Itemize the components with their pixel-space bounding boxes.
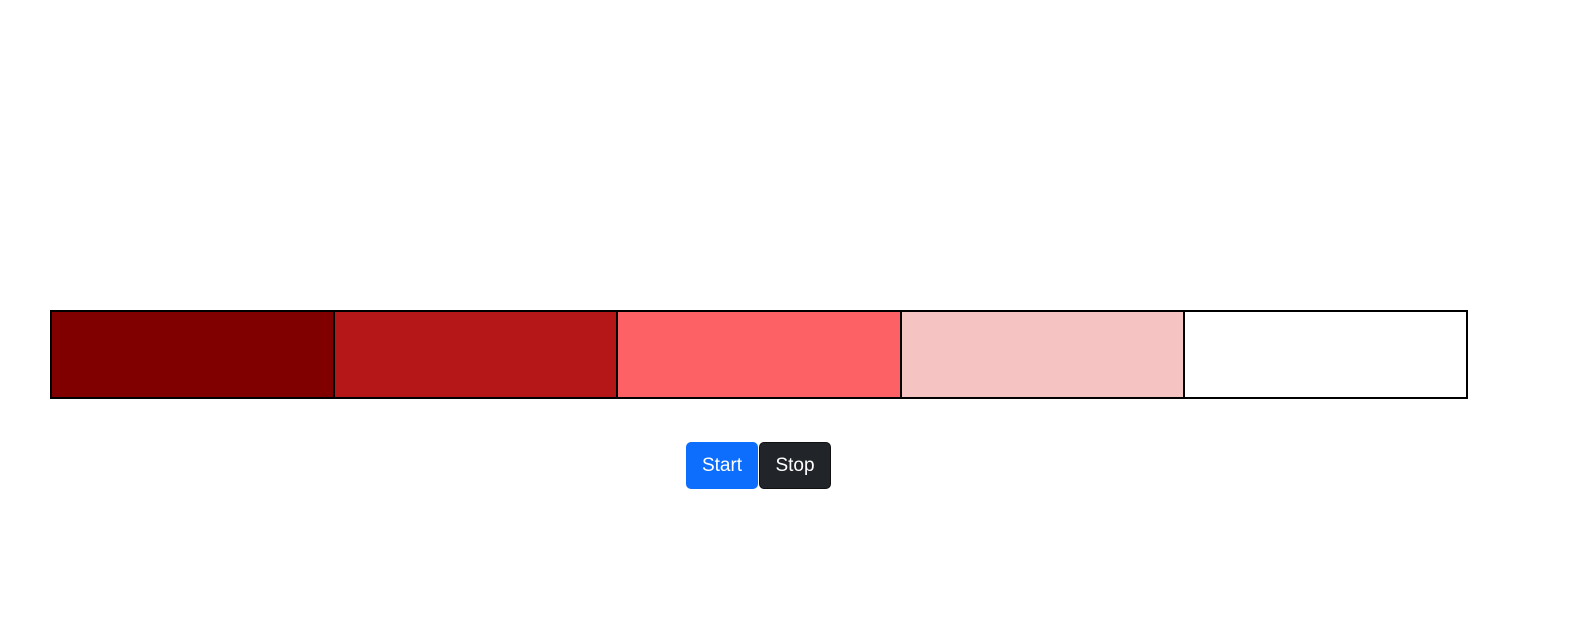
color-swatch-4 bbox=[901, 312, 1185, 397]
control-buttons: Start Stop bbox=[686, 442, 831, 489]
start-button[interactable]: Start bbox=[686, 442, 758, 489]
color-swatch-2 bbox=[335, 312, 619, 397]
color-swatch-1 bbox=[52, 312, 336, 397]
color-swatch-3 bbox=[618, 312, 902, 397]
stop-button[interactable]: Stop bbox=[759, 442, 831, 489]
color-swatch-5 bbox=[1184, 312, 1467, 397]
color-strip bbox=[50, 310, 1468, 399]
